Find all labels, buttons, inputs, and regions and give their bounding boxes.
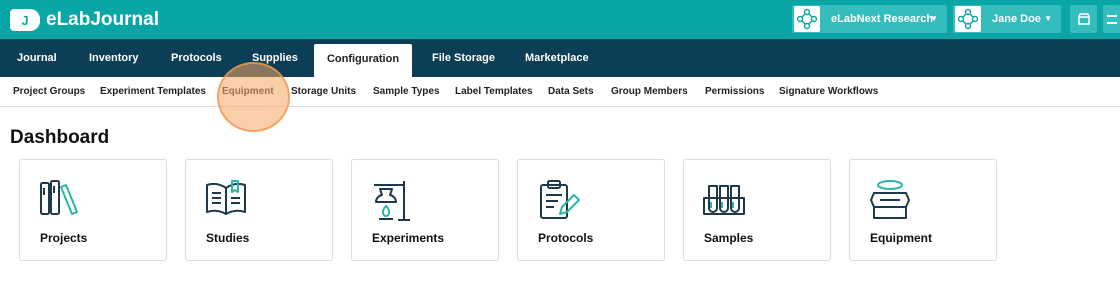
subnav-project-groups[interactable]: Project Groups xyxy=(13,77,85,107)
app-title: eLabJournal xyxy=(46,9,159,30)
subnav-equipment[interactable]: Equipment xyxy=(222,77,274,107)
tab-configuration[interactable]: Configuration xyxy=(314,44,412,77)
chevron-down-icon: ▼ xyxy=(1044,14,1052,23)
card-label: Samples xyxy=(704,231,754,245)
tab-supplies[interactable]: Supplies xyxy=(252,39,298,77)
store-icon xyxy=(1077,13,1090,25)
experiments-icon xyxy=(374,181,410,221)
user-name: Jane Doe xyxy=(992,13,1041,25)
card-label: Equipment xyxy=(870,231,932,245)
tab-protocols[interactable]: Protocols xyxy=(171,39,222,77)
subnav-signature-workflows[interactable]: Signature Workflows xyxy=(779,77,878,107)
logo-badge: J xyxy=(10,9,40,31)
user-avatar-icon xyxy=(955,6,981,32)
tab-marketplace[interactable]: Marketplace xyxy=(525,39,589,77)
organization-icon xyxy=(794,6,820,32)
store-button[interactable] xyxy=(1070,5,1097,33)
dashboard-card-experiments[interactable]: Experiments xyxy=(351,159,499,261)
organization-name: eLabNext Research xyxy=(831,13,934,25)
subnav-group-members[interactable]: Group Members xyxy=(611,77,688,107)
samples-icon xyxy=(703,185,745,215)
organization-switcher[interactable]: eLabNext Research ▼ xyxy=(792,5,947,33)
configuration-subnav: Project Groups Experiment Templates Equi… xyxy=(0,77,1120,107)
protocols-icon xyxy=(540,180,580,219)
dashboard-card-studies[interactable]: Studies xyxy=(185,159,333,261)
tab-journal[interactable]: Journal xyxy=(17,39,57,77)
projects-icon xyxy=(40,180,78,215)
dashboard-card-equipment[interactable]: Equipment xyxy=(849,159,997,261)
studies-icon xyxy=(206,180,246,215)
dashboard-card-samples[interactable]: Samples xyxy=(683,159,831,261)
subnav-storage-units[interactable]: Storage Units xyxy=(291,77,356,107)
tab-file-storage[interactable]: File Storage xyxy=(432,39,495,77)
card-label: Studies xyxy=(206,231,250,245)
equipment-icon xyxy=(870,180,910,219)
user-menu[interactable]: Jane Doe ▼ xyxy=(953,5,1061,33)
subnav-experiment-templates[interactable]: Experiment Templates xyxy=(100,77,206,107)
dashboard-card-projects[interactable]: Projects xyxy=(19,159,167,261)
main-navigation: Journal Inventory Protocols Supplies Con… xyxy=(0,39,1120,77)
menu-button[interactable] xyxy=(1103,5,1120,33)
dashboard-card-protocols[interactable]: Protocols xyxy=(517,159,665,261)
subnav-permissions[interactable]: Permissions xyxy=(705,77,764,107)
tab-inventory[interactable]: Inventory xyxy=(89,39,139,77)
card-label: Protocols xyxy=(538,231,594,245)
card-label: Experiments xyxy=(372,231,445,245)
page-title: Dashboard xyxy=(10,127,110,148)
top-bar: J eLabJournal eLabNext Research ▼ Jane D… xyxy=(0,0,1120,39)
menu-icon xyxy=(1106,14,1117,24)
chevron-down-icon: ▼ xyxy=(930,14,938,23)
subnav-data-sets[interactable]: Data Sets xyxy=(548,77,594,107)
subnav-sample-types[interactable]: Sample Types xyxy=(373,77,440,107)
subnav-label-templates[interactable]: Label Templates xyxy=(455,77,533,107)
app-logo[interactable]: J eLabJournal xyxy=(10,8,159,32)
card-label: Projects xyxy=(40,231,88,245)
